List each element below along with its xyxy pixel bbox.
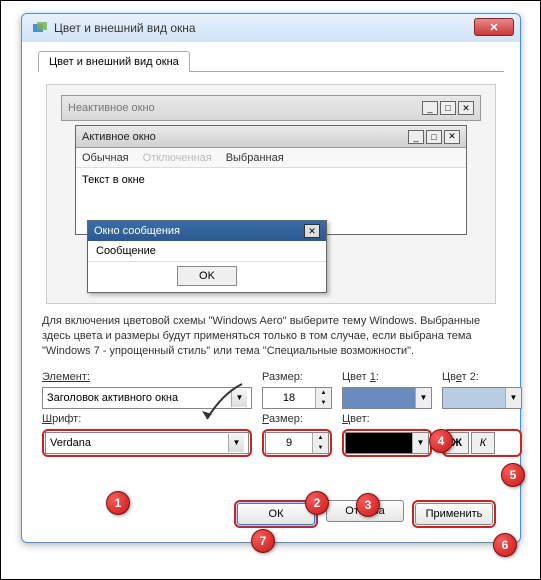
color1-picker[interactable]: ▼ <box>342 387 432 409</box>
annotation-badge-6: 6 <box>493 533 517 557</box>
label-font: Шрифт: <box>42 413 252 425</box>
menu-normal: Обычная <box>82 152 129 164</box>
label-color2: Цвет 2: <box>442 371 522 383</box>
titlebar: Цвет и внешний вид окна ✕ <box>22 14 520 42</box>
label-size: Размер: <box>262 371 332 383</box>
chevron-down-icon: ▼ <box>415 388 431 408</box>
apply-button[interactable]: Применить <box>415 503 493 525</box>
font-combobox[interactable]: Verdana▼ <box>45 432 249 454</box>
description-text: Для включения цветовой схемы "Windows Ae… <box>42 314 500 359</box>
annotation-badge-1: 1 <box>106 491 130 515</box>
annotation-badge-7: 7 <box>251 529 275 553</box>
label-element: Элемент: <box>42 371 252 383</box>
preview-inactive-window: Неактивное окно _ □ ✕ <box>61 95 481 121</box>
dialog-window: Цвет и внешний вид окна ✕ Цвет и внешний… <box>21 13 521 543</box>
maximize-icon: □ <box>426 130 442 144</box>
menu-selected: Выбранная <box>226 152 284 164</box>
msg-ok-button: OK <box>177 266 237 286</box>
tab-appearance[interactable]: Цвет и внешний вид окна <box>38 51 190 72</box>
menu-disabled: Отключенная <box>143 152 212 164</box>
color2-picker[interactable]: ▼ <box>442 387 522 409</box>
label-fontcolor: Цвет: <box>342 413 432 425</box>
ok-button[interactable]: ОК <box>237 503 315 525</box>
preview-message-window: Окно сообщения ✕ Сообщение OK <box>87 220 327 293</box>
close-icon: ✕ <box>458 101 474 115</box>
app-icon <box>32 20 48 36</box>
annotation-badge-5: 5 <box>501 463 525 487</box>
annotation-badge-2: 2 <box>305 491 329 515</box>
size-spinner[interactable]: 18 ▲▼ <box>262 387 332 409</box>
fontcolor-picker[interactable]: ▼ <box>345 432 429 454</box>
chevron-down-icon: ▼ <box>505 388 521 408</box>
window-title: Цвет и внешний вид окна <box>54 21 196 35</box>
annotation-badge-3: 3 <box>356 493 380 517</box>
preview-active-window: Активное окно _ □ ✕ Обычная Отключенная … <box>75 125 467 235</box>
preview-pane: Неактивное окно _ □ ✕ Активное окно _ □ … <box>46 84 496 304</box>
close-icon: ✕ <box>304 224 320 238</box>
fontsize-spinner[interactable]: 9 ▲▼ <box>265 432 329 454</box>
preview-text: Текст в окне <box>76 168 466 192</box>
close-button[interactable]: ✕ <box>474 18 514 36</box>
italic-button[interactable]: К <box>471 432 495 454</box>
element-combobox[interactable]: Заголовок активного окна▼ <box>42 387 252 409</box>
chevron-down-icon: ▼ <box>231 389 247 407</box>
minimize-icon: _ <box>422 101 438 115</box>
maximize-icon: □ <box>440 101 456 115</box>
chevron-down-icon: ▼ <box>412 433 428 453</box>
chevron-down-icon: ▼ <box>228 434 244 452</box>
label-color1: Цвет 1: <box>342 371 432 383</box>
annotation-badge-4: 4 <box>429 429 453 453</box>
minimize-icon: _ <box>408 130 424 144</box>
label-fontsize: Размер: <box>262 413 332 425</box>
close-icon: ✕ <box>444 130 460 144</box>
